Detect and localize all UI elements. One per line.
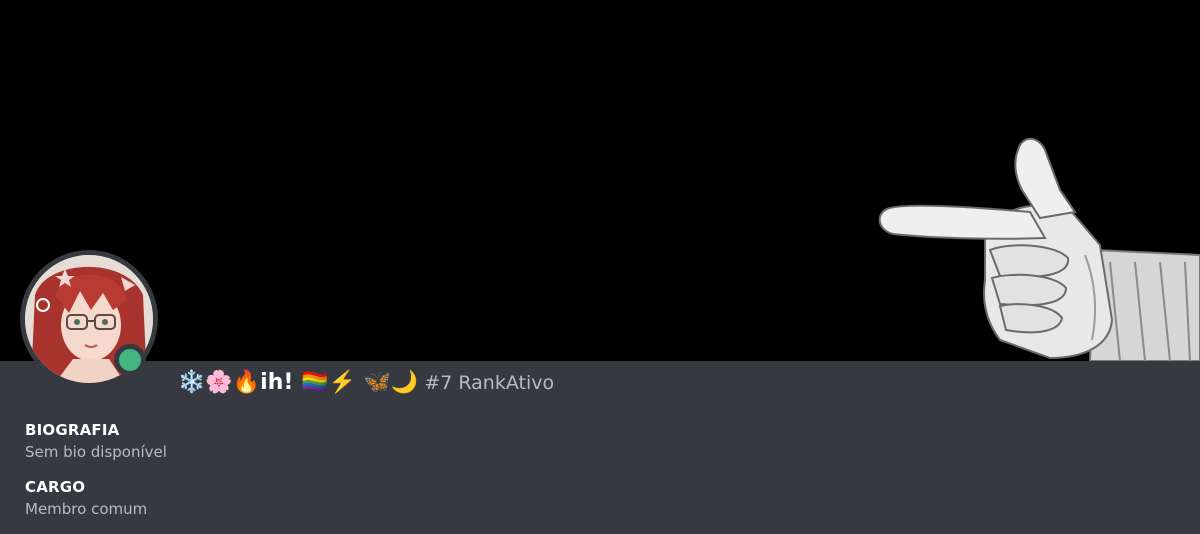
pointing-hand-icon (878, 137, 1200, 361)
user-tag: #7 RankAtivo (424, 372, 555, 394)
avatar[interactable] (20, 250, 158, 388)
profile-banner (0, 0, 1200, 361)
online-status-indicator (114, 344, 146, 376)
profile-card: ❄️🌸🔥ih! 🏳️‍🌈⚡️ 🦋🌙 #7 RankAtivo BIOGRAFIA… (0, 0, 1200, 534)
role-value: Membro comum (25, 500, 148, 518)
profile-name-row: ❄️🌸🔥ih! 🏳️‍🌈⚡️ 🦋🌙 #7 RankAtivo (178, 370, 554, 400)
username: ❄️🌸🔥ih! 🏳️‍🌈⚡️ 🦋🌙 (178, 370, 419, 395)
bio-title: BIOGRAFIA (25, 421, 120, 439)
role-title: CARGO (25, 478, 86, 496)
bio-value: Sem bio disponível (25, 443, 167, 461)
